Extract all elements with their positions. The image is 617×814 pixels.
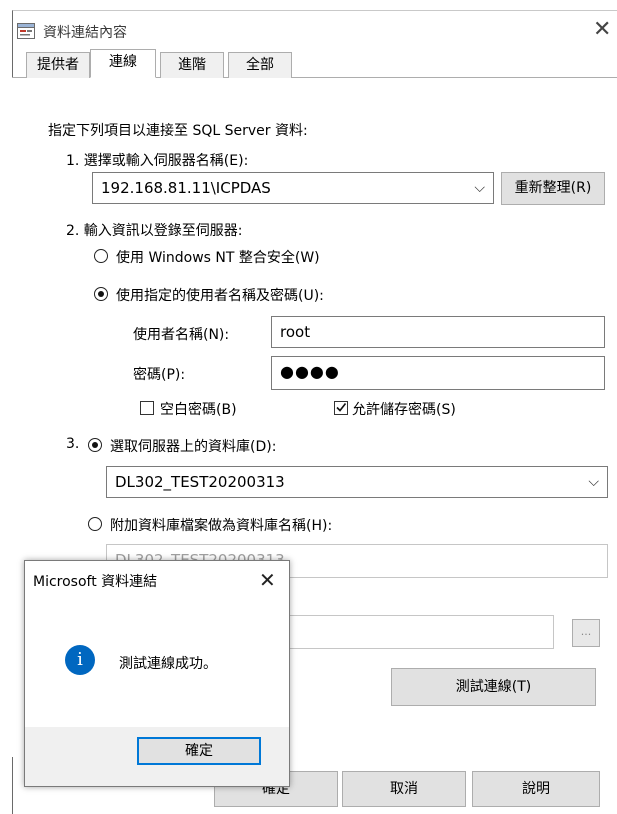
specific-user-label[interactable]: 使用指定的使用者名稱及密碼(U): [116,285,324,305]
allow-save-password-checkbox[interactable] [334,401,348,415]
attach-db-label[interactable]: 附加資料庫檔案做為資料庫名稱(H): [110,515,332,535]
intro-text: 指定下列項目以連接至 SQL Server 資料: [48,123,308,139]
allow-save-password-label[interactable]: 允許儲存密碼(S) [352,399,456,419]
message-box-title-bar: Microsoft 資料連結 ✕ [25,561,289,599]
attach-db-radio[interactable] [88,517,102,531]
select-db-radio[interactable] [88,438,102,452]
message-text: 測試連線成功。 [119,656,217,672]
browse-button[interactable]: ... [572,619,600,647]
tab-advanced[interactable]: 進階 [160,52,224,78]
close-icon[interactable]: ✕ [593,17,611,42]
checkmark-icon [336,403,347,412]
chevron-down-icon[interactable]: ⌵ [588,467,599,497]
windows-nt-radio[interactable] [94,249,108,263]
window-title: 資料連結內容 [43,25,127,41]
message-box: Microsoft 資料連結 ✕ i 測試連線成功。 確定 [24,560,290,787]
chevron-down-icon[interactable]: ⌵ [474,173,485,203]
step1-label: 1. 選擇或輸入伺服器名稱(E): [66,153,249,169]
windows-nt-label[interactable]: 使用 Windows NT 整合安全(W) [116,247,320,267]
tab-all[interactable]: 全部 [228,52,292,78]
message-box-title: Microsoft 資料連結 [33,574,158,590]
server-name-value: 192.168.81.11\ICPDAS [101,179,271,197]
server-name-combobox[interactable]: 192.168.81.11\ICPDAS ⌵ [92,172,494,204]
blank-password-label[interactable]: 空白密碼(B) [160,399,237,419]
test-connection-button[interactable]: 測試連線(T) [391,668,596,706]
message-box-ok-button[interactable]: 確定 [137,737,261,765]
refresh-button[interactable]: 重新整理(R) [501,172,605,205]
attach-db-file-input[interactable] [270,615,554,649]
help-button[interactable]: 說明 [472,771,600,807]
data-link-app-icon [17,23,35,39]
step2-label: 2. 輸入資訊以登錄至伺服器: [66,223,243,239]
info-icon: i [65,645,95,675]
username-label: 使用者名稱(N): [133,327,230,343]
database-combobox[interactable]: DL302_TEST20200313 ⌵ [106,466,608,498]
specific-user-radio[interactable] [94,287,108,301]
password-input[interactable]: ●●●● [271,356,605,390]
step3-prefix: 3. [66,436,80,452]
title-bar: 資料連結內容 ✕ [13,11,617,53]
select-db-label[interactable]: 選取伺服器上的資料庫(D): [110,436,276,456]
password-label: 密碼(P): [133,367,186,383]
tab-provider[interactable]: 提供者 [26,52,90,78]
cancel-button[interactable]: 取消 [342,771,466,807]
message-box-close-icon[interactable]: ✕ [259,568,276,592]
database-value: DL302_TEST20200313 [115,473,285,491]
username-input[interactable]: root [271,316,605,348]
tab-connection[interactable]: 連線 [90,49,156,78]
blank-password-checkbox[interactable] [140,401,154,415]
